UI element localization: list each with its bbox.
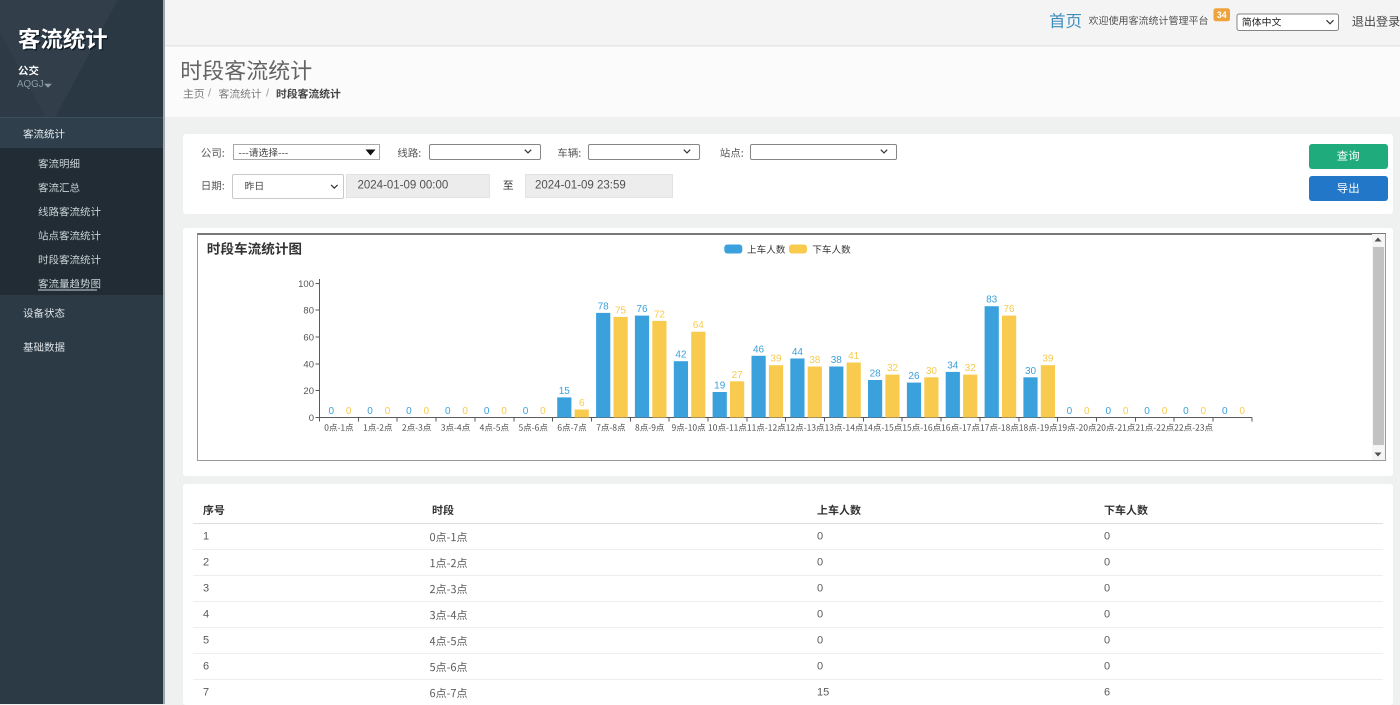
svg-text:0: 0 <box>817 557 823 569</box>
svg-text:26: 26 <box>908 371 920 382</box>
svg-text:30: 30 <box>926 366 938 377</box>
svg-text:38: 38 <box>809 355 821 366</box>
svg-text:15: 15 <box>817 687 829 699</box>
svg-text:0: 0 <box>817 635 823 647</box>
svg-text:3: 3 <box>203 583 209 595</box>
svg-text:40: 40 <box>303 359 314 370</box>
svg-text:0: 0 <box>424 406 430 417</box>
svg-text:6: 6 <box>203 661 209 673</box>
svg-text:0: 0 <box>1084 406 1090 417</box>
svg-text:1: 1 <box>203 531 209 543</box>
svg-text:0: 0 <box>1104 531 1110 543</box>
svg-text:2024-01-09 23:59: 2024-01-09 23:59 <box>535 180 626 192</box>
svg-text:75: 75 <box>615 305 627 316</box>
svg-text:0: 0 <box>445 406 451 417</box>
svg-text:2024-01-09 00:00: 2024-01-09 00:00 <box>358 180 449 192</box>
svg-text:0: 0 <box>328 406 334 417</box>
svg-text:28: 28 <box>870 369 882 380</box>
svg-text:0: 0 <box>1239 406 1245 417</box>
svg-text:0: 0 <box>367 406 373 417</box>
svg-text:44: 44 <box>792 347 804 358</box>
svg-text:0: 0 <box>1067 406 1073 417</box>
svg-text:34: 34 <box>1217 10 1227 20</box>
svg-text:0: 0 <box>1201 406 1207 417</box>
svg-text:34: 34 <box>947 360 959 371</box>
svg-text:7: 7 <box>203 687 209 699</box>
svg-text:0: 0 <box>817 531 823 543</box>
svg-text:76: 76 <box>636 304 648 315</box>
svg-text:0: 0 <box>1183 406 1189 417</box>
svg-text:20: 20 <box>303 386 314 397</box>
svg-text:AQGJ: AQGJ <box>17 79 44 90</box>
svg-text:6: 6 <box>1104 687 1110 699</box>
svg-text:78: 78 <box>598 301 610 312</box>
svg-text:39: 39 <box>770 354 782 365</box>
svg-text:0: 0 <box>1222 406 1228 417</box>
svg-text:83: 83 <box>986 295 998 306</box>
svg-text:0: 0 <box>1104 661 1110 673</box>
svg-text:0: 0 <box>462 406 468 417</box>
svg-text:0: 0 <box>523 406 529 417</box>
svg-text:4: 4 <box>203 609 209 621</box>
svg-text:76: 76 <box>1004 304 1016 315</box>
svg-text:32: 32 <box>887 363 899 374</box>
svg-text:0: 0 <box>1144 406 1150 417</box>
svg-text:27: 27 <box>732 370 744 381</box>
svg-text:38: 38 <box>831 355 843 366</box>
svg-text:0: 0 <box>385 406 391 417</box>
svg-text:46: 46 <box>753 344 765 355</box>
svg-text:0: 0 <box>817 609 823 621</box>
svg-text:0: 0 <box>1104 583 1110 595</box>
svg-text:80: 80 <box>303 306 314 317</box>
svg-text:/: / <box>208 88 212 100</box>
svg-text:0: 0 <box>540 406 546 417</box>
svg-text:0: 0 <box>1104 609 1110 621</box>
svg-text:100: 100 <box>298 279 314 290</box>
svg-text:41: 41 <box>848 351 860 362</box>
svg-text:39: 39 <box>1042 354 1054 365</box>
svg-text:6: 6 <box>579 398 585 409</box>
svg-text:0: 0 <box>484 406 490 417</box>
svg-text:0: 0 <box>817 661 823 673</box>
svg-text:0: 0 <box>1123 406 1129 417</box>
svg-text:/: / <box>266 88 270 100</box>
svg-text:5: 5 <box>203 635 209 647</box>
svg-text:0: 0 <box>1104 635 1110 647</box>
svg-text:60: 60 <box>303 332 314 343</box>
svg-text:0: 0 <box>1105 406 1111 417</box>
svg-text:0: 0 <box>1104 557 1110 569</box>
svg-text:32: 32 <box>965 363 977 374</box>
svg-text:2: 2 <box>203 557 209 569</box>
svg-text:0: 0 <box>309 413 314 424</box>
svg-text:0: 0 <box>501 406 507 417</box>
svg-text:30: 30 <box>1025 366 1037 377</box>
svg-text:64: 64 <box>693 320 705 331</box>
svg-text:0: 0 <box>1162 406 1168 417</box>
svg-text:0: 0 <box>346 406 352 417</box>
svg-text:0: 0 <box>406 406 412 417</box>
svg-text:0: 0 <box>817 583 823 595</box>
svg-text:19: 19 <box>714 381 726 392</box>
svg-text:15: 15 <box>559 386 571 397</box>
svg-text:42: 42 <box>675 350 687 361</box>
svg-text:72: 72 <box>654 309 666 320</box>
